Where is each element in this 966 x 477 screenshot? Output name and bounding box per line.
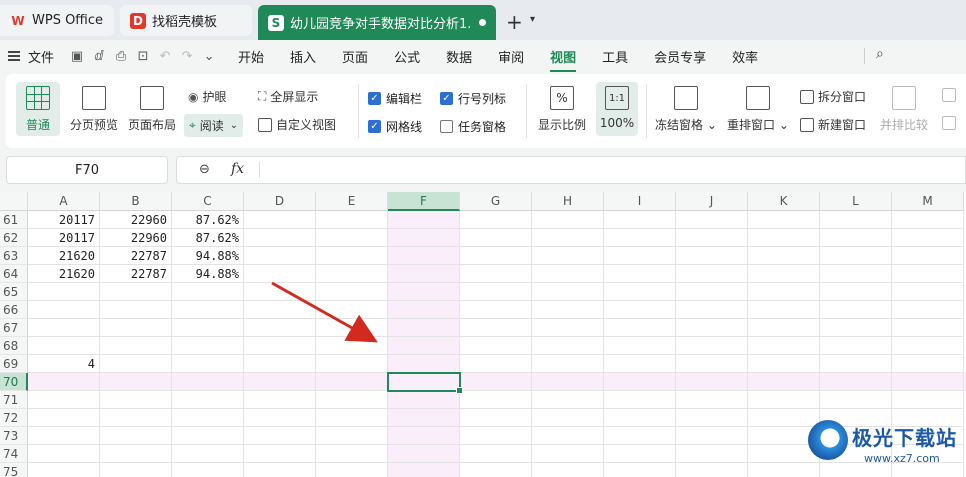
watermark-url: www.xz7.com bbox=[864, 452, 940, 465]
red-arrow-annotation bbox=[271, 281, 378, 343]
watermark-logo-icon bbox=[808, 420, 848, 460]
watermark: 极光下载站 www.xz7.com bbox=[804, 416, 966, 474]
watermark-title: 极光下载站 bbox=[852, 426, 957, 450]
